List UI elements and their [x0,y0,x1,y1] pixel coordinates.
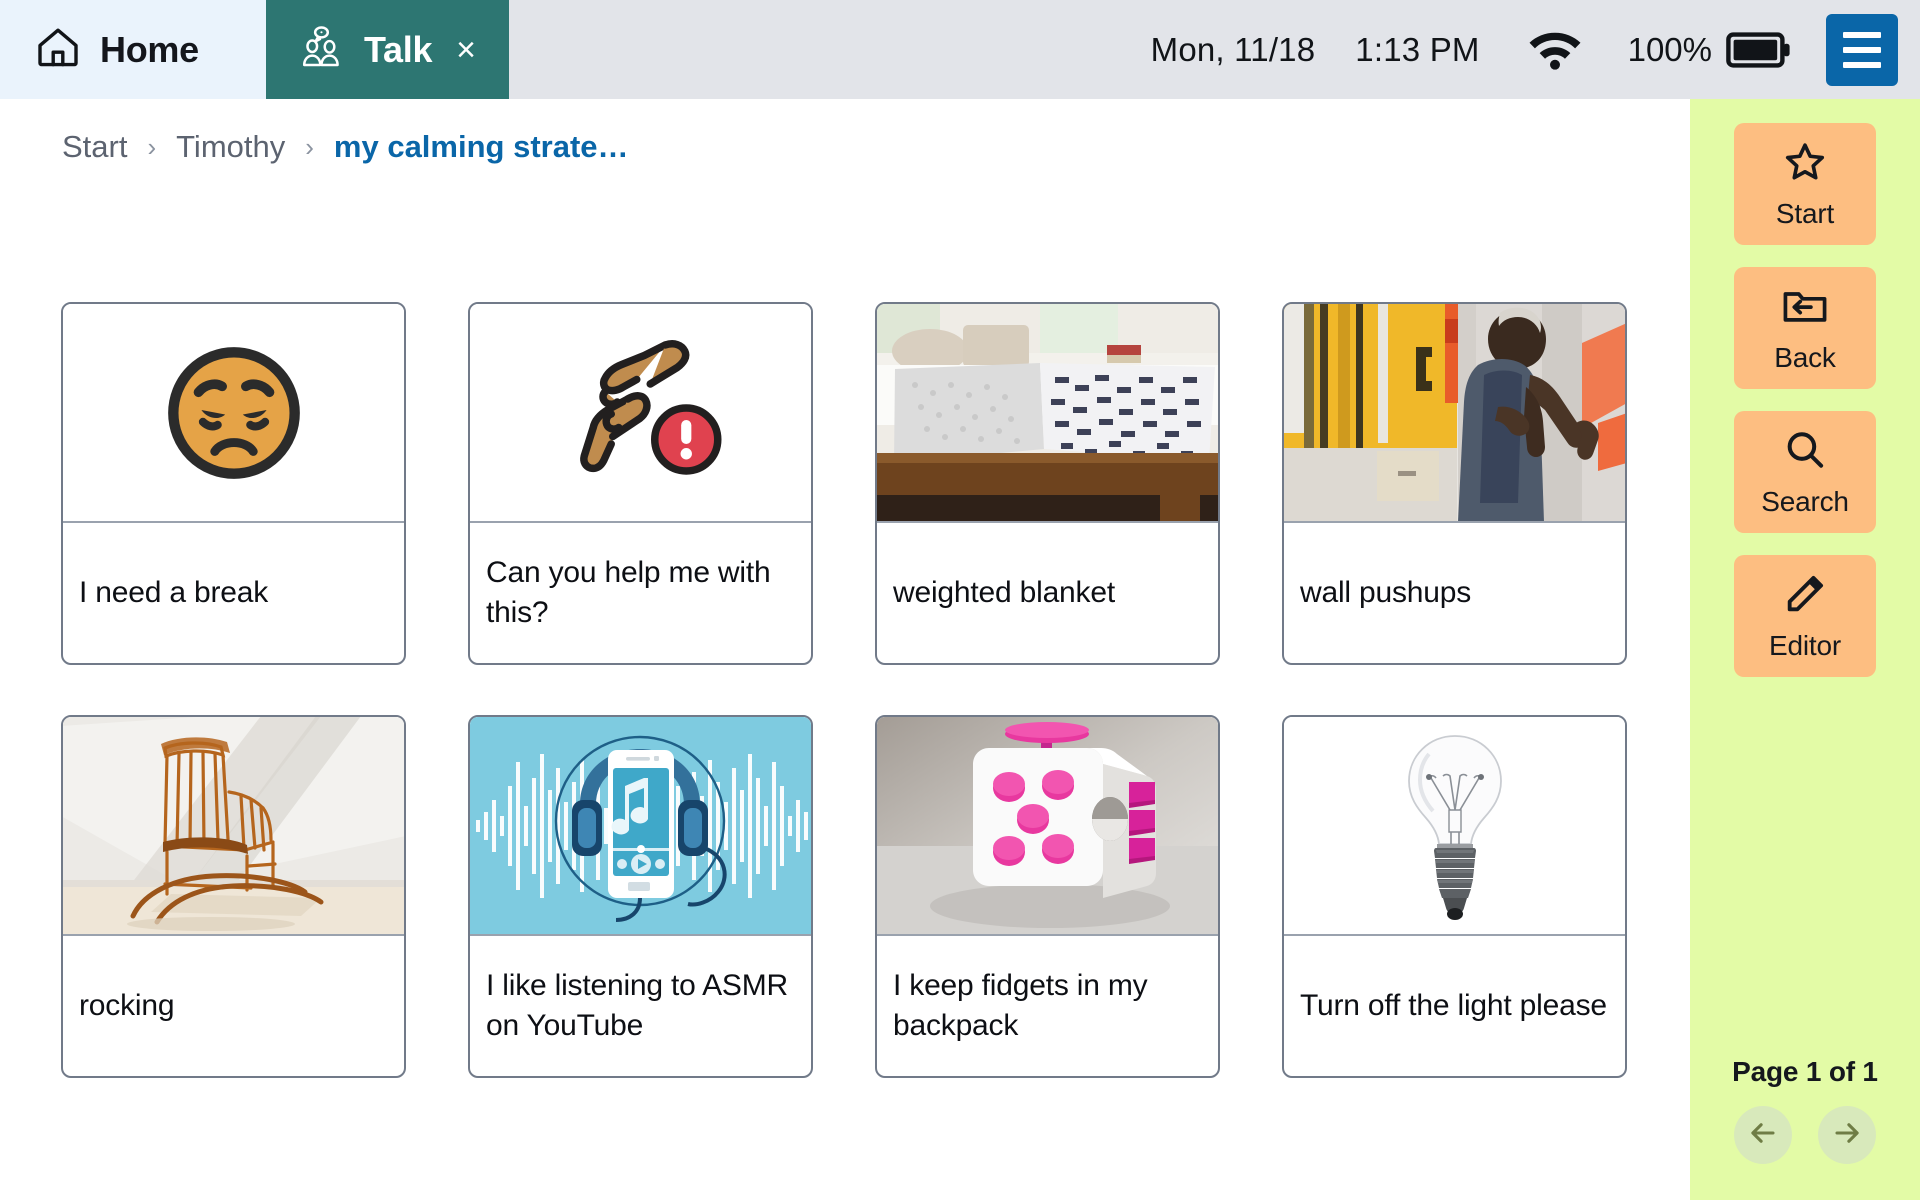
board-cell-turn-off-light[interactable]: Turn off the light please [1282,715,1627,1078]
top-bar: Home Talk × Mon, 11/18 1:13 PM 100% [0,0,1920,99]
photo-man-doing-wall-pushups [1284,304,1625,523]
folder-back-arrow-icon [1781,283,1829,334]
star-icon [1782,139,1828,190]
board-cell-label: I need a break [79,576,269,610]
sidebar-button-label: Back [1774,341,1836,373]
tab-talk[interactable]: Talk × [266,0,509,99]
board-cell-weighted-blanket[interactable]: weighted blanket [875,302,1220,665]
sidebar-button-label: Start [1775,197,1835,229]
menu-bar-1 [1843,31,1881,38]
main-content: Start › Timothy › my calming strate… I n [0,99,1690,1200]
board-cell-label: Can you help me with this? [486,556,771,629]
tab-talk-label: Talk [364,28,433,70]
sidebar-button-editor[interactable]: Editor [1734,555,1876,677]
board-cell-label: I keep fidgets in my backpack [893,969,1148,1042]
breadcrumb-item-start[interactable]: Start [62,129,127,165]
photo-weighted-blanket-on-bed [877,304,1218,523]
sidebar-button-back[interactable]: Back [1734,267,1876,389]
sidebar-button-search[interactable]: Search [1734,411,1876,533]
illustration-phone-headphones-music [470,717,811,936]
sad-pensive-face-emoji [63,304,404,523]
sidebar-button-label: Editor [1769,629,1841,661]
menu-bar-2 [1843,46,1881,53]
battery-percent-label: 100% [1627,30,1712,68]
breadcrumb-item-timothy[interactable]: Timothy [176,129,285,165]
menu-bar-3 [1843,61,1881,68]
helping-hands-with-alert-icon [470,304,811,523]
sidebar-button-label: Search [1761,485,1849,517]
chevron-right-icon: › [147,131,157,162]
magnifier-icon [1782,427,1828,478]
board-cell-rocking[interactable]: rocking [61,715,406,1078]
close-icon[interactable]: × [456,33,476,67]
right-sidebar: Start Back Search Editor Page 1 of 1 [1690,99,1920,1200]
board-cell-fidgets-backpack[interactable]: I keep fidgets in my backpack [875,715,1220,1078]
arrow-left-icon [1747,1117,1779,1154]
wifi-icon [1526,28,1584,72]
board-cell-label: Turn off the light please [1300,989,1607,1023]
breadcrumb-item-current[interactable]: my calming strate… [334,129,629,165]
chevron-right-icon: › [305,131,314,162]
people-talking-icon [300,24,346,75]
status-area: Mon, 11/18 1:13 PM 100% [1151,0,1920,99]
breadcrumb: Start › Timothy › my calming strate… [0,99,1690,171]
pencil-icon [1782,571,1828,622]
tab-home-label: Home [100,28,199,70]
hamburger-menu-button[interactable] [1826,13,1898,86]
previous-page-button[interactable] [1734,1106,1792,1164]
photo-white-pink-fidget-cube [877,717,1218,936]
pager-controls [1734,1106,1876,1164]
board-cell-can-you-help-me-with-this[interactable]: Can you help me with this? [468,302,813,665]
photo-clear-light-bulb [1284,717,1625,936]
board-cell-wall-pushups[interactable]: wall pushups [1282,302,1627,665]
home-icon [34,23,82,76]
board-cell-i-need-a-break[interactable]: I need a break [61,302,406,665]
arrow-right-icon [1831,1117,1863,1154]
board-cell-label: I like listening to ASMR on YouTube [486,969,788,1042]
battery-full-icon [1726,31,1792,69]
status-time: 1:13 PM [1355,30,1480,68]
board-cell-label: rocking [79,989,175,1023]
tab-home[interactable]: Home [0,0,266,99]
sidebar-button-start[interactable]: Start [1734,123,1876,245]
board-cell-label: weighted blanket [893,576,1115,610]
photo-wooden-rocking-chair [63,717,404,936]
board-cell-label: wall pushups [1300,576,1472,610]
board-cell-asmr-youtube[interactable]: I like listening to ASMR on YouTube [468,715,813,1078]
status-date: Mon, 11/18 [1150,30,1316,68]
next-page-button[interactable] [1818,1106,1876,1164]
board-grid: I need a break Can you help me with this… [61,302,1631,1078]
page-indicator: Page 1 of 1 [1732,1056,1878,1087]
